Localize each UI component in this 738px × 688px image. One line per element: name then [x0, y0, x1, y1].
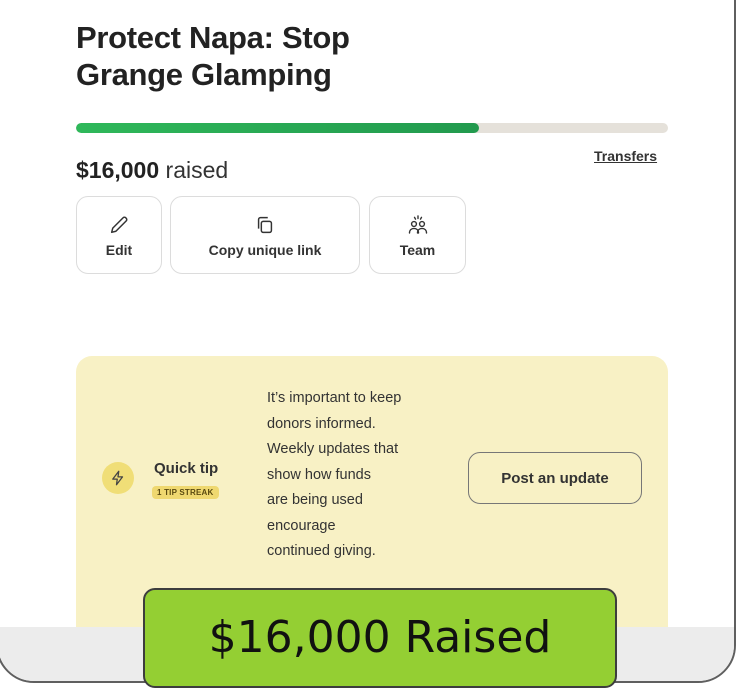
team-icon: [406, 212, 430, 238]
phone-frame: Protect Napa: Stop Grange Glamping $16,0…: [0, 0, 736, 683]
raised-overlay-badge: $16,000 Raised: [143, 588, 617, 688]
tip-text-line: donors informed.: [267, 415, 376, 432]
screen-content: Protect Napa: Stop Grange Glamping $16,0…: [0, 2, 734, 681]
raised-suffix: raised: [159, 157, 229, 183]
tip-text-line: It’s important to keep: [267, 390, 402, 406]
team-button[interactable]: Team: [369, 196, 466, 274]
tip-text-line: continued giving.: [267, 543, 376, 559]
tip-streak-badge: 1 TIP STREAK: [152, 486, 219, 499]
team-label: Team: [399, 242, 436, 258]
copy-icon: [254, 212, 276, 238]
tip-text-line: are being used: [267, 492, 363, 508]
progress-fill: [76, 123, 479, 133]
tip-text-line: Weekly updates that: [267, 441, 399, 457]
tip-text-line: encourage: [267, 517, 336, 534]
pencil-icon: [108, 212, 130, 238]
campaign-title-line-2: Grange Glamping: [76, 57, 332, 92]
edit-button[interactable]: Edit: [76, 196, 162, 274]
quick-tip-label: Quick tip: [154, 460, 219, 477]
campaign-title: Protect Napa: Stop Grange Glamping: [76, 19, 350, 93]
raised-summary: $16,000 raised: [76, 157, 228, 184]
copy-link-button[interactable]: Copy unique link: [170, 196, 360, 274]
campaign-title-line-1: Protect Napa: Stop: [76, 20, 350, 55]
lightning-icon: [102, 462, 134, 494]
progress-bar: [76, 123, 668, 133]
edit-label: Edit: [105, 242, 133, 258]
raised-amount: $16,000: [76, 157, 160, 183]
tip-text-line: show how funds: [267, 466, 371, 483]
quick-tip-text: It’s important to keep donors informed. …: [267, 386, 447, 565]
post-update-button[interactable]: Post an update: [468, 452, 642, 504]
copy-link-label: Copy unique link: [208, 242, 322, 258]
transfers-link[interactable]: Transfers: [594, 148, 657, 164]
